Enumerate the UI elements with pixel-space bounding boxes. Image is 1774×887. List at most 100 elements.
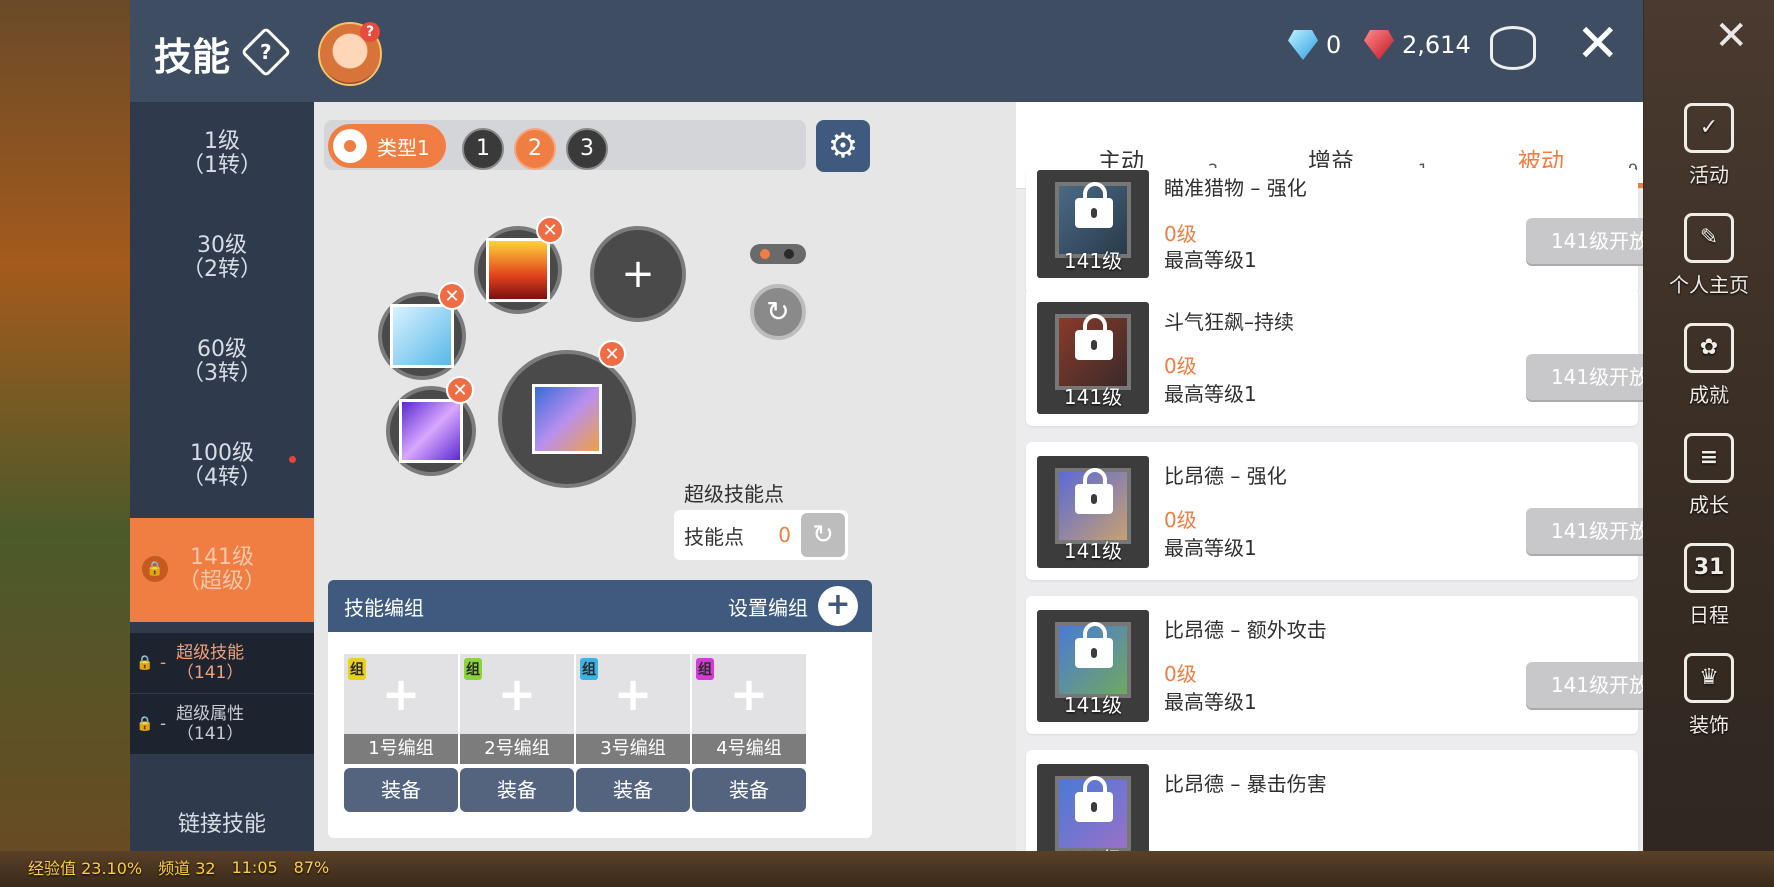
panel-header: 技能 ? ? 0 2,614 ✕: [130, 0, 1643, 102]
equip-button[interactable]: 装备: [576, 768, 690, 812]
side-menu-schedule[interactable]: 31 日程: [1644, 530, 1774, 640]
super-skill-points-label: 超级技能点: [684, 482, 784, 506]
skill-icon-cube: [399, 399, 463, 463]
level-tab-1[interactable]: 1级 （1转）: [130, 102, 314, 206]
game-background-left: [0, 0, 130, 887]
skill-icon-fire: [486, 238, 550, 302]
locked-skill-icon: 141级: [1037, 456, 1149, 568]
skill-list-item[interactable]: 141级 比昂德 – 暴击伤害: [1026, 750, 1638, 851]
skill-list-item[interactable]: 141级 瞄准猎物 – 强化 0级 最高等级1 141级开放: [1026, 168, 1643, 294]
side-menu-achievement[interactable]: ✿ 成就: [1644, 310, 1774, 420]
skill-points-label: 技能点: [684, 524, 744, 549]
preset-header: 技能编组 设置编组 +: [328, 580, 872, 632]
equip-button[interactable]: 装备: [460, 768, 574, 812]
locked-skill-icon: 141级: [1037, 610, 1149, 722]
radio-icon: [333, 129, 367, 163]
refresh-icon[interactable]: ↻: [750, 284, 806, 340]
preset-slot-2[interactable]: 组 +: [460, 654, 574, 734]
close-icon[interactable]: ✕: [1576, 18, 1620, 70]
locked-skill-icon: 141级: [1037, 170, 1149, 278]
leaf-icon: ✿: [1684, 322, 1734, 373]
level-tab-100[interactable]: 100级 （4转）: [130, 414, 314, 518]
skill-points-value: 0: [778, 523, 791, 547]
skill-name: 比昂德 – 额外攻击: [1164, 618, 1327, 642]
preset-name: 2号编组: [460, 734, 574, 764]
loadout-1-button[interactable]: 1: [462, 128, 504, 170]
group-tag: 组: [580, 658, 598, 680]
equip-button[interactable]: 装备: [344, 768, 458, 812]
skill-preset-panel: 技能编组 设置编组 + 组 + 1号编组 装备 组 + 2号编组 装备 组 + …: [328, 580, 872, 838]
channel-text: 频道 32: [158, 859, 216, 878]
equip-button[interactable]: 装备: [692, 768, 806, 812]
skill-list-panel: 主动 2 增益 1 被动 9 141级 瞄准猎物 – 强化 0级 最高等级1 1…: [1016, 102, 1643, 851]
skill-list-item[interactable]: 141级 比昂德 – 强化 0级 最高等级1 141级开放: [1026, 442, 1643, 580]
notification-dot: [289, 456, 296, 463]
skill-max-level: 最高等级1: [1164, 382, 1257, 406]
type-toggle-button[interactable]: 类型1: [328, 124, 446, 168]
unlock-button[interactable]: 141级开放: [1526, 354, 1643, 400]
gear-icon[interactable]: ⚙: [816, 120, 870, 172]
side-menu-events[interactable]: ✓ 活动: [1644, 90, 1774, 200]
status-bar: 经验值 23.10% 频道 32 11:05 87%: [0, 851, 1774, 887]
group-tag: 组: [464, 658, 482, 680]
group-tag: 组: [348, 658, 366, 680]
coin-search-icon[interactable]: [1490, 26, 1536, 70]
unlock-button[interactable]: 141级开放: [1526, 662, 1643, 708]
side-menu-growth[interactable]: ≡ 成长: [1644, 420, 1774, 530]
empty-skill-slot[interactable]: +: [590, 226, 686, 322]
skill-level: 0级: [1164, 662, 1197, 686]
preset-slot-1[interactable]: 组 +: [344, 654, 458, 734]
crown-icon: ♛: [1684, 652, 1734, 703]
remove-skill-icon[interactable]: ✕: [536, 216, 564, 244]
skill-max-level: 最高等级1: [1164, 248, 1257, 272]
level-tab-60[interactable]: 60级 （3转）: [130, 310, 314, 414]
preset-name: 1号编组: [344, 734, 458, 764]
exp-text: 经验值 23.10%: [28, 859, 143, 878]
side-menu-label: 成长: [1689, 492, 1729, 517]
sub-tab-super-attribute[interactable]: 🔒 - 超级属性 （141）: [130, 694, 314, 754]
skill-points-box: 技能点 0 ↻: [674, 510, 848, 560]
side-menu-profile[interactable]: ✎ 个人主页: [1644, 200, 1774, 310]
remove-skill-icon[interactable]: ✕: [438, 282, 466, 310]
preset-slot-4[interactable]: 组 +: [692, 654, 806, 734]
loadout-2-button[interactable]: 2: [514, 128, 556, 170]
help-icon[interactable]: ?: [240, 26, 292, 78]
lock-icon: [1075, 468, 1113, 514]
unlock-button[interactable]: 141级开放: [1526, 508, 1643, 554]
ruby-currency[interactable]: 2,614: [1364, 30, 1471, 60]
lock-icon: 🔒: [142, 556, 168, 582]
calendar-31-icon: 31: [1684, 542, 1734, 593]
level-tab-30[interactable]: 30级 （2转）: [130, 206, 314, 310]
skill-icon-beyond: [532, 384, 602, 454]
lock-icon: [1075, 776, 1113, 822]
ruby-count: 2,614: [1402, 31, 1471, 59]
level-tab-141[interactable]: 🔒 141级 （超级）: [130, 518, 314, 622]
preset-slot-3[interactable]: 组 +: [576, 654, 690, 734]
skill-max-level: 最高等级1: [1164, 690, 1257, 714]
loadout-3-button[interactable]: 3: [566, 128, 608, 170]
preset-name: 3号编组: [576, 734, 690, 764]
side-menu-decoration[interactable]: ♛ 装饰: [1644, 640, 1774, 750]
skill-list-item[interactable]: 141级 比昂德 – 额外攻击 0级 最高等级1 141级开放: [1026, 596, 1643, 734]
avatar-question-badge: ?: [360, 22, 380, 42]
skill-level: 0级: [1164, 222, 1197, 246]
diamond-currency[interactable]: 0: [1288, 30, 1341, 60]
side-menu-label: 日程: [1689, 602, 1729, 627]
skill-panel: 技能 ? ? 0 2,614 ✕ 1级 （1转） 30级 （2转） 60级 （3…: [130, 0, 1643, 851]
chain-skill-tab[interactable]: 链接技能: [130, 792, 314, 851]
skill-slot-main[interactable]: [498, 350, 636, 488]
set-preset-button[interactable]: 设置编组 +: [728, 586, 858, 626]
page-toggle[interactable]: [750, 244, 806, 264]
group-tag: 组: [696, 658, 714, 680]
preset-card-1: 组 + 1号编组 装备: [344, 654, 458, 818]
remove-skill-icon[interactable]: ✕: [598, 340, 626, 368]
skill-list-item[interactable]: 141级 斗气狂飙–持续 0级 最高等级1 141级开放: [1026, 288, 1643, 426]
reset-points-icon[interactable]: ↻: [801, 513, 845, 557]
ruby-icon: [1364, 30, 1394, 60]
skill-max-level: 最高等级1: [1164, 536, 1257, 560]
unlock-button[interactable]: 141级开放: [1526, 218, 1643, 264]
remove-skill-icon[interactable]: ✕: [446, 376, 474, 404]
preset-title: 技能编组: [344, 595, 424, 620]
sub-tab-super-skill[interactable]: 🔒 - 超级技能 （141）: [130, 633, 314, 693]
game-close-icon[interactable]: ✕: [1714, 16, 1748, 56]
